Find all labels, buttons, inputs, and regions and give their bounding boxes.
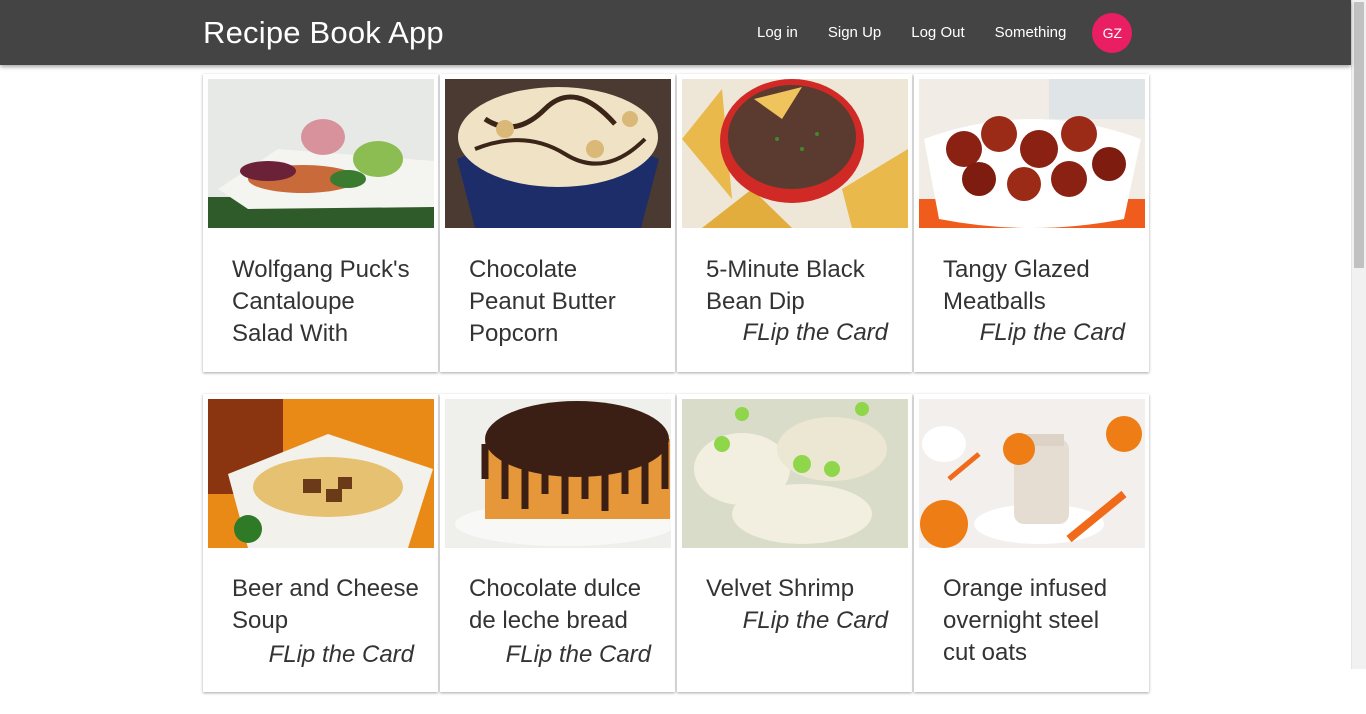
recipe-image-popcorn	[445, 79, 671, 228]
recipe-title: Wolfgang Puck's Cantaloupe Salad With	[232, 256, 410, 347]
page-scrollbar[interactable]	[1351, 0, 1366, 669]
recipe-image-meatballs	[919, 79, 1145, 228]
recipe-card[interactable]: Tangy Glazed Meatballs FLip the Card	[914, 74, 1149, 372]
recipe-image-cantaloupe-salad	[208, 79, 434, 228]
recipe-title: 5-Minute Black Bean Dip	[706, 256, 865, 315]
recipe-card[interactable]: Chocolate Peanut Butter Popcorn	[440, 74, 675, 372]
recipe-image-overnight-oats	[919, 399, 1145, 548]
recipe-image-velvet-shrimp	[682, 399, 908, 548]
scrollbar-thumb[interactable]	[1354, 2, 1364, 268]
recipe-title: Orange infused overnight steel cut oats	[943, 575, 1108, 666]
app-title[interactable]: Recipe Book App	[203, 15, 444, 51]
recipe-card[interactable]: 5-Minute Black Bean Dip FLip the Card	[677, 74, 912, 372]
recipe-grid: Wolfgang Puck's Cantaloupe Salad With Ch…	[203, 74, 1149, 714]
recipe-title: Chocolate dulce de leche bread	[469, 575, 642, 634]
recipe-title: Chocolate Peanut Butter Popcorn	[469, 256, 616, 347]
top-navbar: Recipe Book App Log in Sign Up Log Out S…	[0, 0, 1351, 65]
flip-card-link[interactable]: FLip the Card	[980, 317, 1125, 349]
signup-link[interactable]: Sign Up	[813, 24, 896, 41]
recipe-row: Wolfgang Puck's Cantaloupe Salad With Ch…	[203, 74, 1149, 372]
login-link[interactable]: Log in	[742, 24, 813, 41]
recipe-title: Velvet Shrimp	[706, 575, 855, 602]
user-avatar[interactable]: GZ	[1092, 12, 1133, 53]
recipe-card[interactable]: Wolfgang Puck's Cantaloupe Salad With	[203, 74, 438, 372]
recipe-card[interactable]: Beer and Cheese Soup FLip the Card	[203, 394, 438, 692]
recipe-title: Beer and Cheese Soup	[232, 575, 419, 634]
flip-card-link[interactable]: FLip the Card	[743, 605, 888, 637]
nav-links: Log in Sign Up Log Out Something GZ	[742, 0, 1133, 65]
recipe-image-dulce-bread	[445, 399, 671, 548]
recipe-title: Tangy Glazed Meatballs	[943, 256, 1090, 315]
recipe-card[interactable]: Velvet Shrimp FLip the Card	[677, 394, 912, 692]
recipe-card[interactable]: Orange infused overnight steel cut oats	[914, 394, 1149, 692]
recipe-row: Beer and Cheese Soup FLip the Card Choco…	[203, 394, 1149, 692]
recipe-image-beer-cheese-soup	[208, 399, 434, 548]
flip-card-link[interactable]: FLip the Card	[269, 639, 414, 671]
flip-card-link[interactable]: FLip the Card	[743, 317, 888, 349]
recipe-card[interactable]: Chocolate dulce de leche bread FLip the …	[440, 394, 675, 692]
recipe-image-bean-dip	[682, 79, 908, 228]
something-link[interactable]: Something	[980, 24, 1082, 41]
flip-card-link[interactable]: FLip the Card	[506, 639, 651, 671]
logout-link[interactable]: Log Out	[896, 24, 979, 41]
